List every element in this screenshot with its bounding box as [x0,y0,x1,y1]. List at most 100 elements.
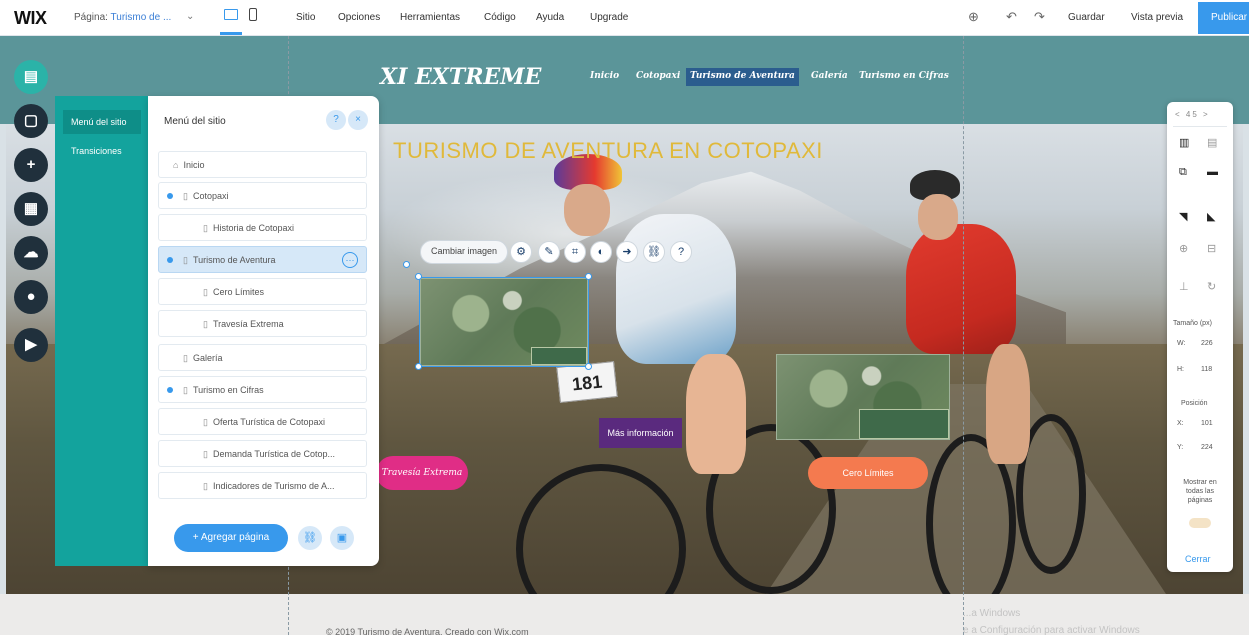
close-button[interactable]: Cerrar [1185,554,1211,564]
help-icon[interactable]: ? [326,110,346,130]
rotate-icon[interactable]: ↻ [1207,280,1216,293]
undo-icon[interactable]: ↶ [1006,9,1017,25]
more-info-button[interactable]: Más información [599,418,682,448]
match-size-icon[interactable]: ⊥ [1179,280,1189,293]
menu-ayuda[interactable]: Ayuda [536,12,564,23]
close-icon[interactable]: × [348,110,368,130]
change-image-button[interactable]: Cambiar imagen [420,240,509,264]
filter-icon[interactable]: ◐ [590,241,612,263]
add-page-button[interactable]: + Agregar página [174,524,288,552]
resize-handle[interactable] [415,273,422,280]
page-item-label: Historia de Cotopaxi [212,223,294,233]
bring-forward-icon[interactable]: ◥ [1179,210,1187,223]
page-item-turismo-aventura[interactable]: ▯ Turismo de Aventura ⋯ [158,246,367,273]
subpage-indicator [167,193,173,199]
back-rider-body [906,224,1016,354]
nav-galeria[interactable]: Galería [807,68,852,86]
copy-icon[interactable]: ▥ [1179,136,1189,149]
background-icon[interactable]: ▢ [14,104,48,138]
inspector-nav[interactable]: < 45 > [1175,110,1210,119]
rider-body [616,214,736,364]
video-icon[interactable]: ▶ [14,328,48,362]
publish-button[interactable]: Publicar [1198,2,1249,34]
paste-icon[interactable]: ▤ [1207,136,1217,149]
menu-herramientas[interactable]: Herramientas [400,12,460,23]
apps-icon[interactable]: ▦ [14,192,48,226]
front-wheel [516,464,686,594]
cero-limites-button[interactable]: Cero Límites [808,457,928,489]
y-field[interactable]: 224 [1201,444,1213,451]
desktop-view-icon[interactable] [224,9,238,20]
mobile-view-icon[interactable] [249,8,257,21]
page-item-galeria[interactable]: ▯ Galería [158,344,367,371]
delete-icon[interactable]: ▬ [1207,166,1218,178]
height-field[interactable]: 118 [1201,366,1212,373]
pencil-icon[interactable]: ✎ [538,241,560,263]
nav-turismo-aventura[interactable]: Turismo de Aventura [686,68,799,86]
page-item-label: Inicio [183,160,205,170]
hero-heading[interactable]: TURISMO DE AVENTURA EN COTOPAXI [393,138,823,164]
rotate-handle[interactable] [403,261,410,268]
resize-handle[interactable] [415,363,422,370]
menu-codigo[interactable]: Código [484,12,516,23]
page-item-cero-limites[interactable]: ▯ Cero Límites [158,278,367,305]
save-button[interactable]: Guardar [1068,12,1105,23]
menu-sitio[interactable]: Sitio [296,12,315,23]
tab-transiciones[interactable]: Transiciones [63,146,141,156]
zoom-icon[interactable]: ⊕ [968,9,979,25]
back-rider-legs [986,344,1030,464]
send-backward-icon[interactable]: ◣ [1207,210,1215,223]
page-item-turismo-cifras[interactable]: ▯ Turismo en Cifras [158,376,367,403]
site-menu-sidebar: Menú del sitio Transiciones [55,96,148,566]
page-item-demanda[interactable]: ▯ Demanda Turística de Cotop... [158,440,367,467]
wix-logo[interactable]: WIX [14,8,47,29]
link-icon[interactable]: ⛓ [643,241,665,263]
animation-icon[interactable]: ➜ [616,241,638,263]
x-field[interactable]: 101 [1201,420,1213,427]
width-field[interactable]: 226 [1201,340,1213,347]
add-icon[interactable]: + [14,148,48,182]
blog-icon[interactable]: ● [14,280,48,314]
page-item-oferta[interactable]: ▯ Oferta Turística de Cotopaxi [158,408,367,435]
chevron-down-icon[interactable]: ⌄ [186,11,194,22]
height-label: H: [1177,366,1184,373]
page-item-travesia[interactable]: ▯ Travesía Extrema [158,310,367,337]
travesia-extrema-button[interactable]: Travesía Extrema [376,456,468,490]
page-item-cotopaxi[interactable]: ▯ Cotopaxi [158,182,367,209]
add-folder-icon[interactable]: ▣ [330,526,354,550]
align-icon[interactable]: ⊕ [1179,242,1188,255]
activation-watermark: ...a Windows [963,608,1021,619]
add-link-icon[interactable]: ⛓ [298,526,322,550]
help-icon[interactable]: ? [670,241,692,263]
redo-icon[interactable]: ↷ [1034,9,1045,25]
page-item-historia[interactable]: ▯ Historia de Cotopaxi [158,214,367,241]
more-options-icon[interactable]: ⋯ [342,252,358,268]
map-image-secondary[interactable] [776,354,950,440]
menu-opciones[interactable]: Opciones [338,12,380,23]
duplicate-icon[interactable]: ⧉ [1179,166,1187,179]
upload-icon[interactable]: ☁ [14,236,48,270]
menu-upgrade[interactable]: Upgrade [590,12,628,23]
size-label: Tamaño (px) [1173,320,1212,327]
show-all-toggle[interactable] [1189,518,1211,528]
subpage-indicator [167,257,173,263]
resize-handle[interactable] [585,363,592,370]
resize-handle[interactable] [585,273,592,280]
preview-button[interactable]: Vista previa [1131,12,1183,23]
page-item-indicadores[interactable]: ▯ Indicadores de Turismo de A... [158,472,367,499]
nav-inicio[interactable]: Inicio [586,68,623,86]
selection-outline [419,277,589,367]
crop-icon[interactable]: ⌗ [564,241,586,263]
editor-canvas[interactable]: 181 XI EXTREME Inicio Cotopaxi Turismo d… [0,36,1249,635]
activation-watermark: e a Configuración para activar Windows [963,625,1140,635]
tab-menu-sitio[interactable]: Menú del sitio [63,110,141,134]
nav-cotopaxi[interactable]: Cotopaxi [632,68,684,86]
panel-title: Menú del sitio [164,116,226,127]
site-title[interactable]: XI EXTREME [380,64,541,90]
page-selector[interactable]: Página: Turismo de ... [74,12,171,23]
nav-turismo-cifras[interactable]: Turismo en Cifras [855,68,953,86]
distribute-icon[interactable]: ⊟ [1207,242,1216,255]
page-item-inicio[interactable]: ⌂ Inicio [158,151,367,178]
settings-icon[interactable]: ⚙ [510,241,532,263]
pages-icon[interactable]: ▤ [14,60,48,94]
